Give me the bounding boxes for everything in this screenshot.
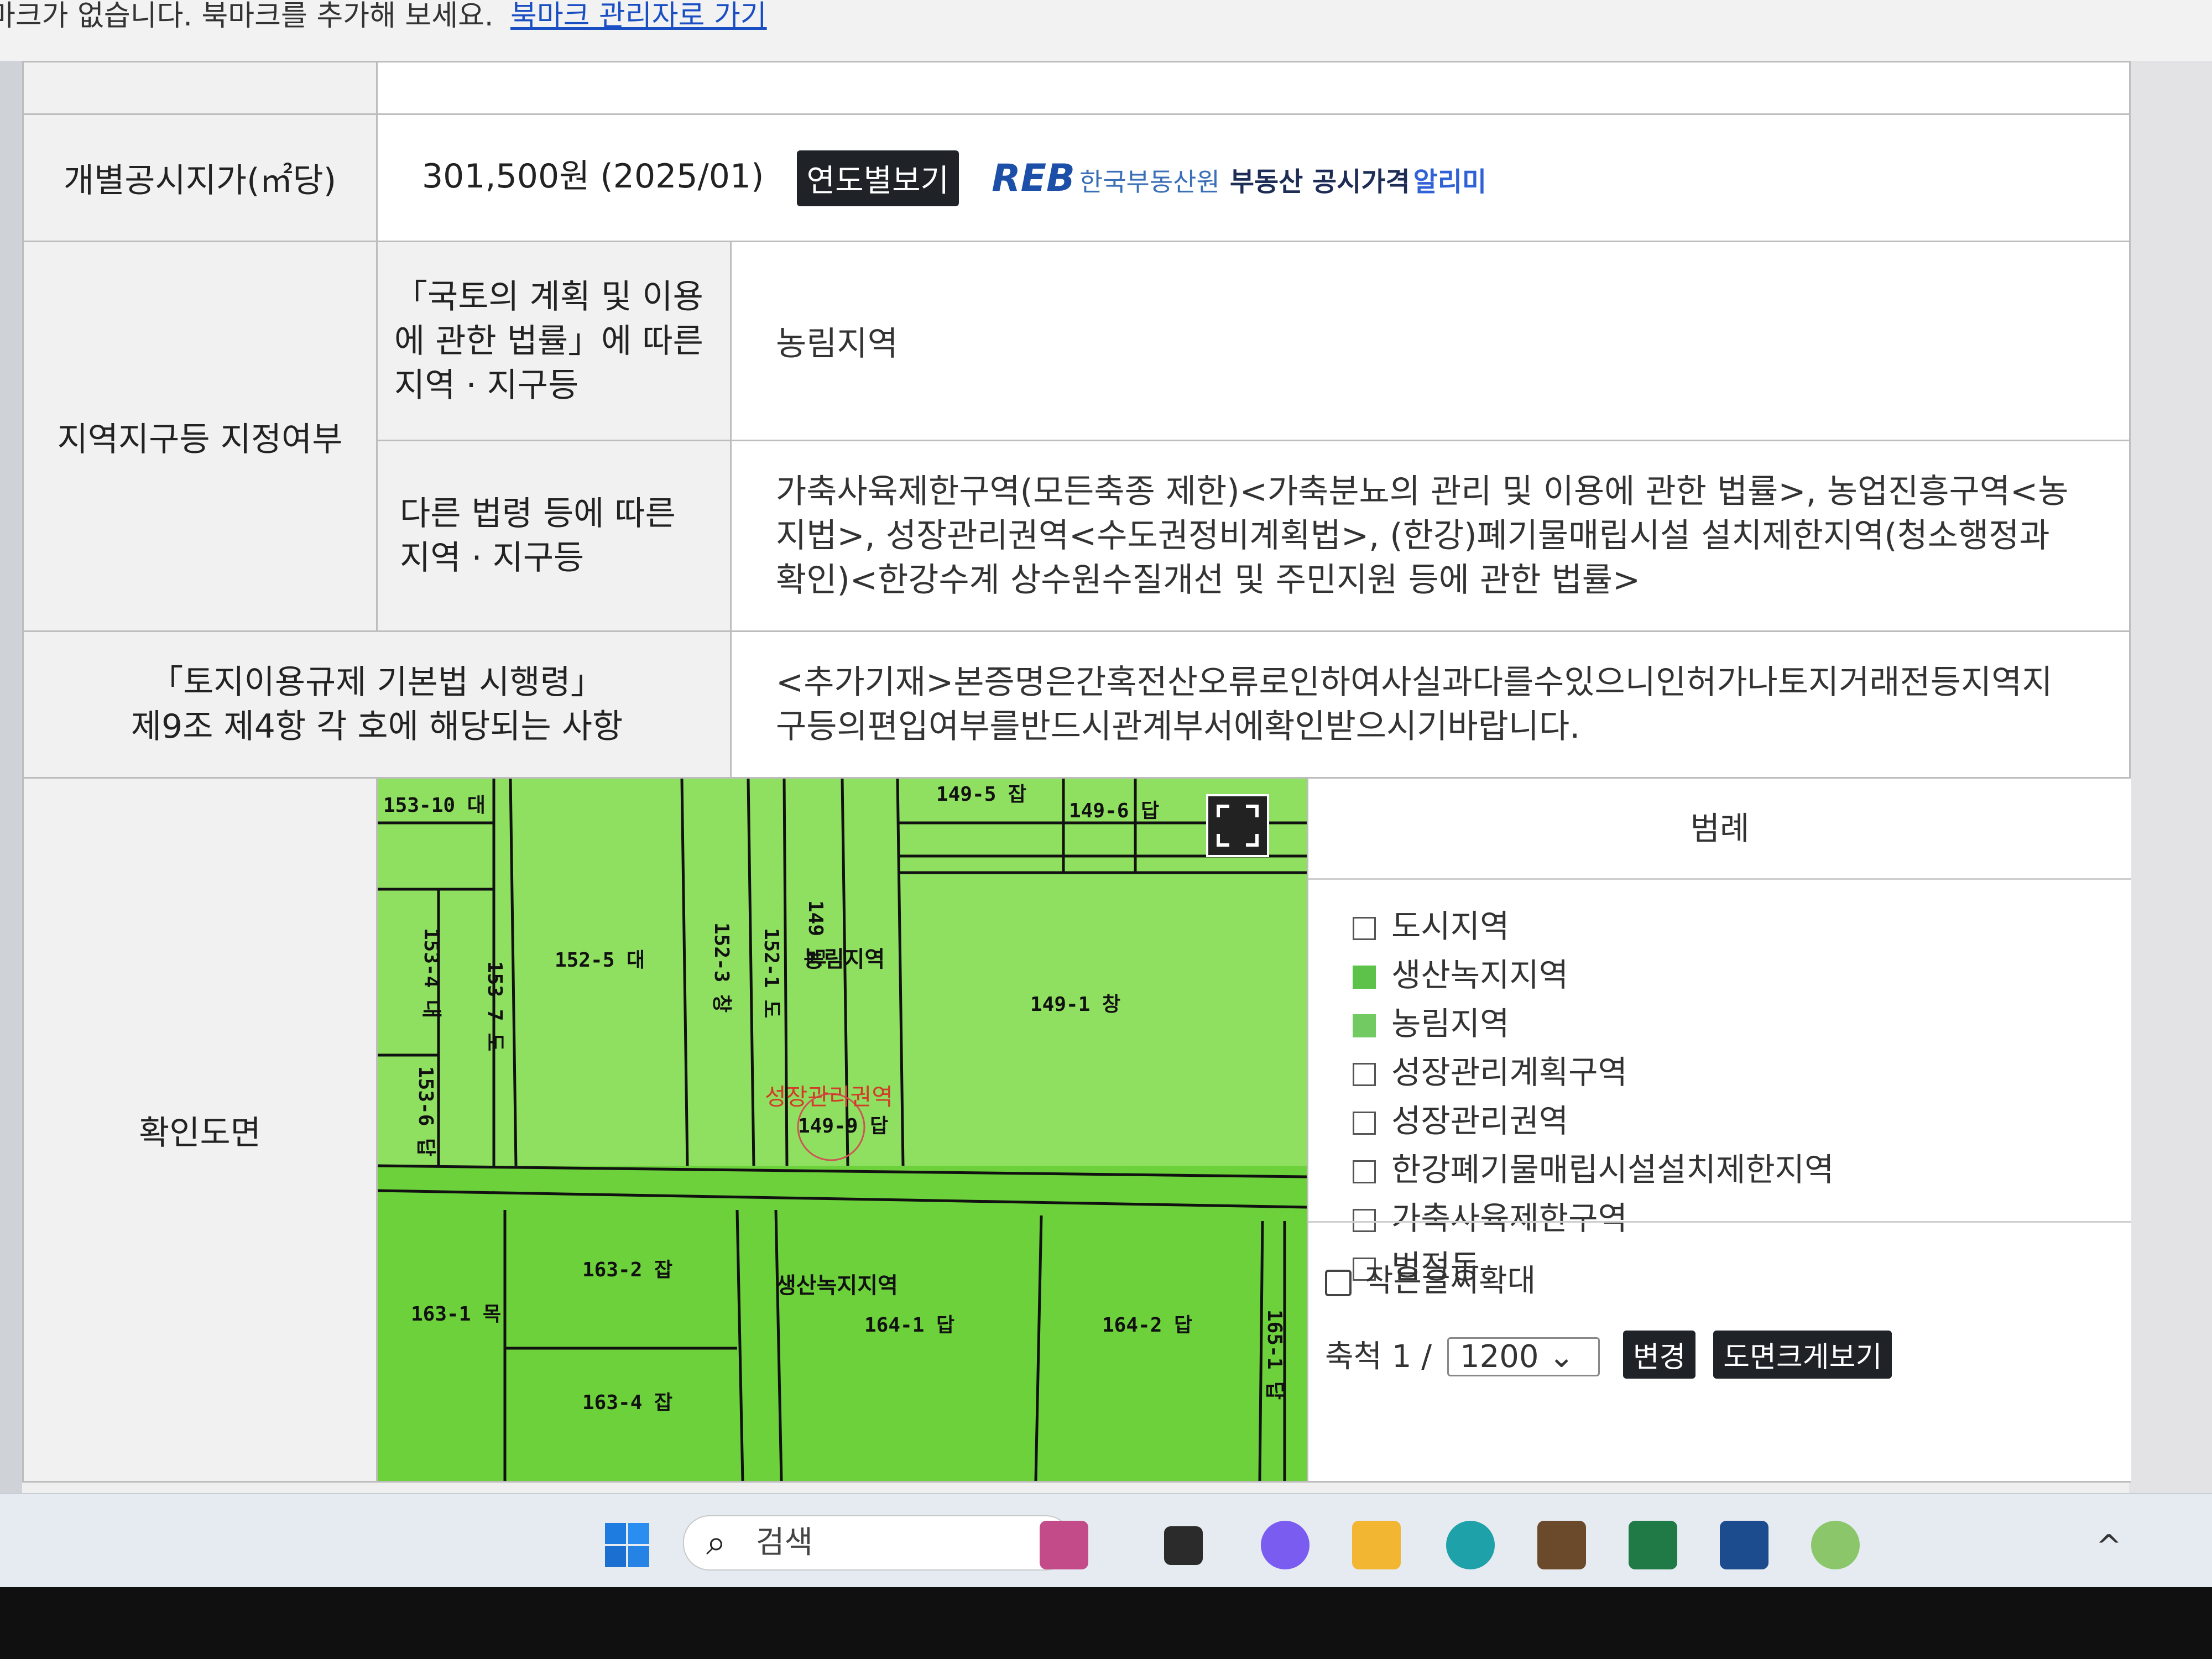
copilot-icon[interactable] xyxy=(1261,1521,1310,1569)
parcel-label: 153-7 도 xyxy=(483,961,506,1051)
map-controls: 작은글씨확대 축척 1 / 1200 ⌄ 변경 도면크게보기 xyxy=(1308,1221,2131,1483)
national-law-label: 「국토의 계획 및 이용에 관한 법률」에 따른 지역 · 지구등 xyxy=(376,241,732,441)
chevron-down-icon: ⌄ xyxy=(1548,1339,1575,1375)
parcel-label: 149-6 답 xyxy=(1069,800,1159,822)
official-price-value: 301,500원 (2025/01) xyxy=(422,157,764,196)
kakao-icon[interactable] xyxy=(1811,1521,1860,1569)
map-row: 확인도면 153-10 대 152-5 대 152-3 창 152-1 도 14… xyxy=(22,777,2131,1483)
windows-taskbar: ⌕ 검색 ^ xyxy=(0,1493,2212,1588)
file-explorer-icon[interactable] xyxy=(1352,1521,1401,1569)
legend-item: 성장관리권역 xyxy=(1353,1097,2131,1145)
parcel-label: 163-1 목 xyxy=(411,1303,501,1326)
parcel-label: 164-1 답 xyxy=(864,1314,954,1337)
zone-label: 생산녹지지역 xyxy=(776,1273,898,1298)
parcel-label: 164-2 답 xyxy=(1102,1314,1192,1337)
legend-swatch xyxy=(1353,965,1376,989)
page-content: 개별공시지가(㎡당) 301,500원 (2025/01) 연도별보기 REB 한… xyxy=(0,61,2212,1493)
map-legend: 범례 도시지역 생산녹지지역 농림지역 성장관리계획구역 성장관리권역 한강폐기… xyxy=(1307,779,2131,1481)
scale-change-button[interactable]: 변경 xyxy=(1623,1331,1696,1379)
left-sidebar-strip xyxy=(0,61,22,1493)
previous-row-partial xyxy=(22,61,2131,115)
map-fullscreen-icon[interactable] xyxy=(1206,794,1269,857)
excel-icon[interactable] xyxy=(1629,1521,1677,1569)
reb-link[interactable]: REB 한국부동산원 부동산 공시가격 알리미 xyxy=(992,156,1486,200)
legend-item: 성장관리계획구역 xyxy=(1353,1048,2131,1097)
reb-service: 부동산 공시가격 xyxy=(1229,166,1410,197)
legend-item: 도시지역 xyxy=(1353,902,2131,951)
legend-swatch xyxy=(1353,1014,1376,1037)
reb-org: 한국부동산원 xyxy=(1079,166,1220,197)
official-price-row: 개별공시지가(㎡당) 301,500원 (2025/01) 연도별보기 REB 한… xyxy=(22,113,2131,242)
other-law-label: 다른 법령 등에 따른 지역 · 지구등 xyxy=(376,440,732,632)
bookmark-manager-link[interactable]: 북마크 관리자로 가기 xyxy=(510,0,767,33)
scale-select[interactable]: 1200 ⌄ xyxy=(1447,1337,1600,1376)
parcel-label: 153-4 대 xyxy=(420,928,442,1018)
paint-icon[interactable] xyxy=(1040,1521,1088,1569)
enlarge-map-button[interactable]: 도면크게보기 xyxy=(1713,1331,1892,1379)
app-icon[interactable] xyxy=(1537,1521,1586,1569)
legend-swatch xyxy=(1353,1160,1376,1183)
reb-logo: REB xyxy=(992,156,1075,200)
parcel-label: 149-9 답 xyxy=(798,1115,888,1138)
legend-title: 범례 xyxy=(1308,779,2131,880)
chevron-up-icon[interactable]: ^ xyxy=(2096,1528,2129,1564)
parcel-label: 152-5 대 xyxy=(555,949,645,972)
regulation-label-line2: 제9조 제4항 각 호에 해당되는 사항 xyxy=(131,707,623,746)
task-view-icon[interactable] xyxy=(1164,1526,1203,1565)
parcel-label: 163-2 잡 xyxy=(582,1259,672,1281)
national-law-value: 농림지역 xyxy=(730,241,2131,441)
map-cell: 153-10 대 152-5 대 152-3 창 152-1 도 149 답 1… xyxy=(376,777,2131,1483)
zoning-national-row: 지역지구등 지정여부 「국토의 계획 및 이용에 관한 법률」에 따른 지역 ·… xyxy=(22,241,2131,632)
bookmark-bar: 마크가 없습니다. 북마크를 추가해 보세요. 북마크 관리자로 가기 xyxy=(0,0,2212,62)
small-text-zoom-checkbox[interactable] xyxy=(1325,1269,1352,1296)
scale-controls: 축척 1 / 1200 ⌄ 변경 도면크게보기 xyxy=(1325,1331,1892,1379)
cadastral-map-svg[interactable]: 153-10 대 152-5 대 152-3 창 152-1 도 149 답 1… xyxy=(378,779,1307,1481)
edge-browser-icon[interactable] xyxy=(1446,1521,1495,1569)
reb-service-suffix: 알리미 xyxy=(1413,166,1487,197)
legend-swatch xyxy=(1353,1111,1376,1135)
laptop-bezel xyxy=(0,1587,2212,1659)
small-text-zoom-option[interactable]: 작은글씨확대 xyxy=(1325,1256,1536,1301)
regulation-value: <추가기재>본증명은간혹전산오류로인하여사실과다를수있으니인허가나토지거래전등지… xyxy=(730,630,2131,779)
zoning-label: 지역지구등 지정여부 xyxy=(22,241,378,632)
scale-label: 축척 1 / xyxy=(1325,1339,1432,1375)
taskbar-search-input[interactable]: ⌕ 검색 xyxy=(683,1515,1072,1571)
parcel-label: 152-1 도 xyxy=(760,928,782,1018)
parcel-label: 165-1 답 xyxy=(1263,1310,1286,1400)
legend-item: 농림지역 xyxy=(1353,999,2131,1048)
parcel-label: 163-4 잡 xyxy=(582,1391,672,1414)
zone-label: 성장관리권역 xyxy=(765,1083,893,1110)
parcel-label: 153-6 답 xyxy=(414,1066,437,1156)
regulation-label-line1: 「토지이용규제 기본법 시행령」 xyxy=(150,663,604,702)
parcel-label: 152-3 창 xyxy=(710,922,733,1013)
search-icon: ⌕ xyxy=(706,1522,726,1563)
cadastral-map[interactable]: 153-10 대 152-5 대 152-3 창 152-1 도 149 답 1… xyxy=(378,779,1307,1481)
official-price-label: 개별공시지가(㎡당) xyxy=(22,113,378,242)
bookmark-empty-message: 마크가 없습니다. 북마크를 추가해 보세요. xyxy=(0,0,494,33)
parcel-label: 149-1 창 xyxy=(1030,993,1120,1016)
zone-label: 농림지역 xyxy=(804,947,885,972)
parcel-label: 153-10 대 xyxy=(383,794,486,817)
windows-start-icon[interactable] xyxy=(603,1521,651,1569)
legend-swatch xyxy=(1353,1062,1376,1086)
regulation-label: 「토지이용규제 기본법 시행령」 제9조 제4항 각 호에 해당되는 사항 xyxy=(22,630,732,779)
parcel-label: 149-5 잡 xyxy=(936,783,1026,806)
right-scroll-area[interactable] xyxy=(2129,61,2212,1493)
year-view-button[interactable]: 연도별보기 xyxy=(796,150,959,206)
map-label: 확인도면 xyxy=(22,777,378,1483)
regulation-row: 「토지이용규제 기본법 시행령」 제9조 제4항 각 호에 해당되는 사항 <추… xyxy=(22,630,2131,779)
land-use-info-table: 개별공시지가(㎡당) 301,500원 (2025/01) 연도별보기 REB 한… xyxy=(22,61,2131,1483)
legend-swatch xyxy=(1353,916,1376,940)
legend-item: 한강폐기물매립시설설치제한지역 xyxy=(1353,1145,2131,1194)
small-text-zoom-label: 작은글씨확대 xyxy=(1365,1263,1536,1299)
legend-item: 생산녹지지역 xyxy=(1353,951,2131,999)
hangul-icon[interactable] xyxy=(1720,1521,1768,1569)
other-law-value: 가축사육제한구역(모든축종 제한)<가축분뇨의 관리 및 이용에 관한 법률>,… xyxy=(730,440,2131,632)
